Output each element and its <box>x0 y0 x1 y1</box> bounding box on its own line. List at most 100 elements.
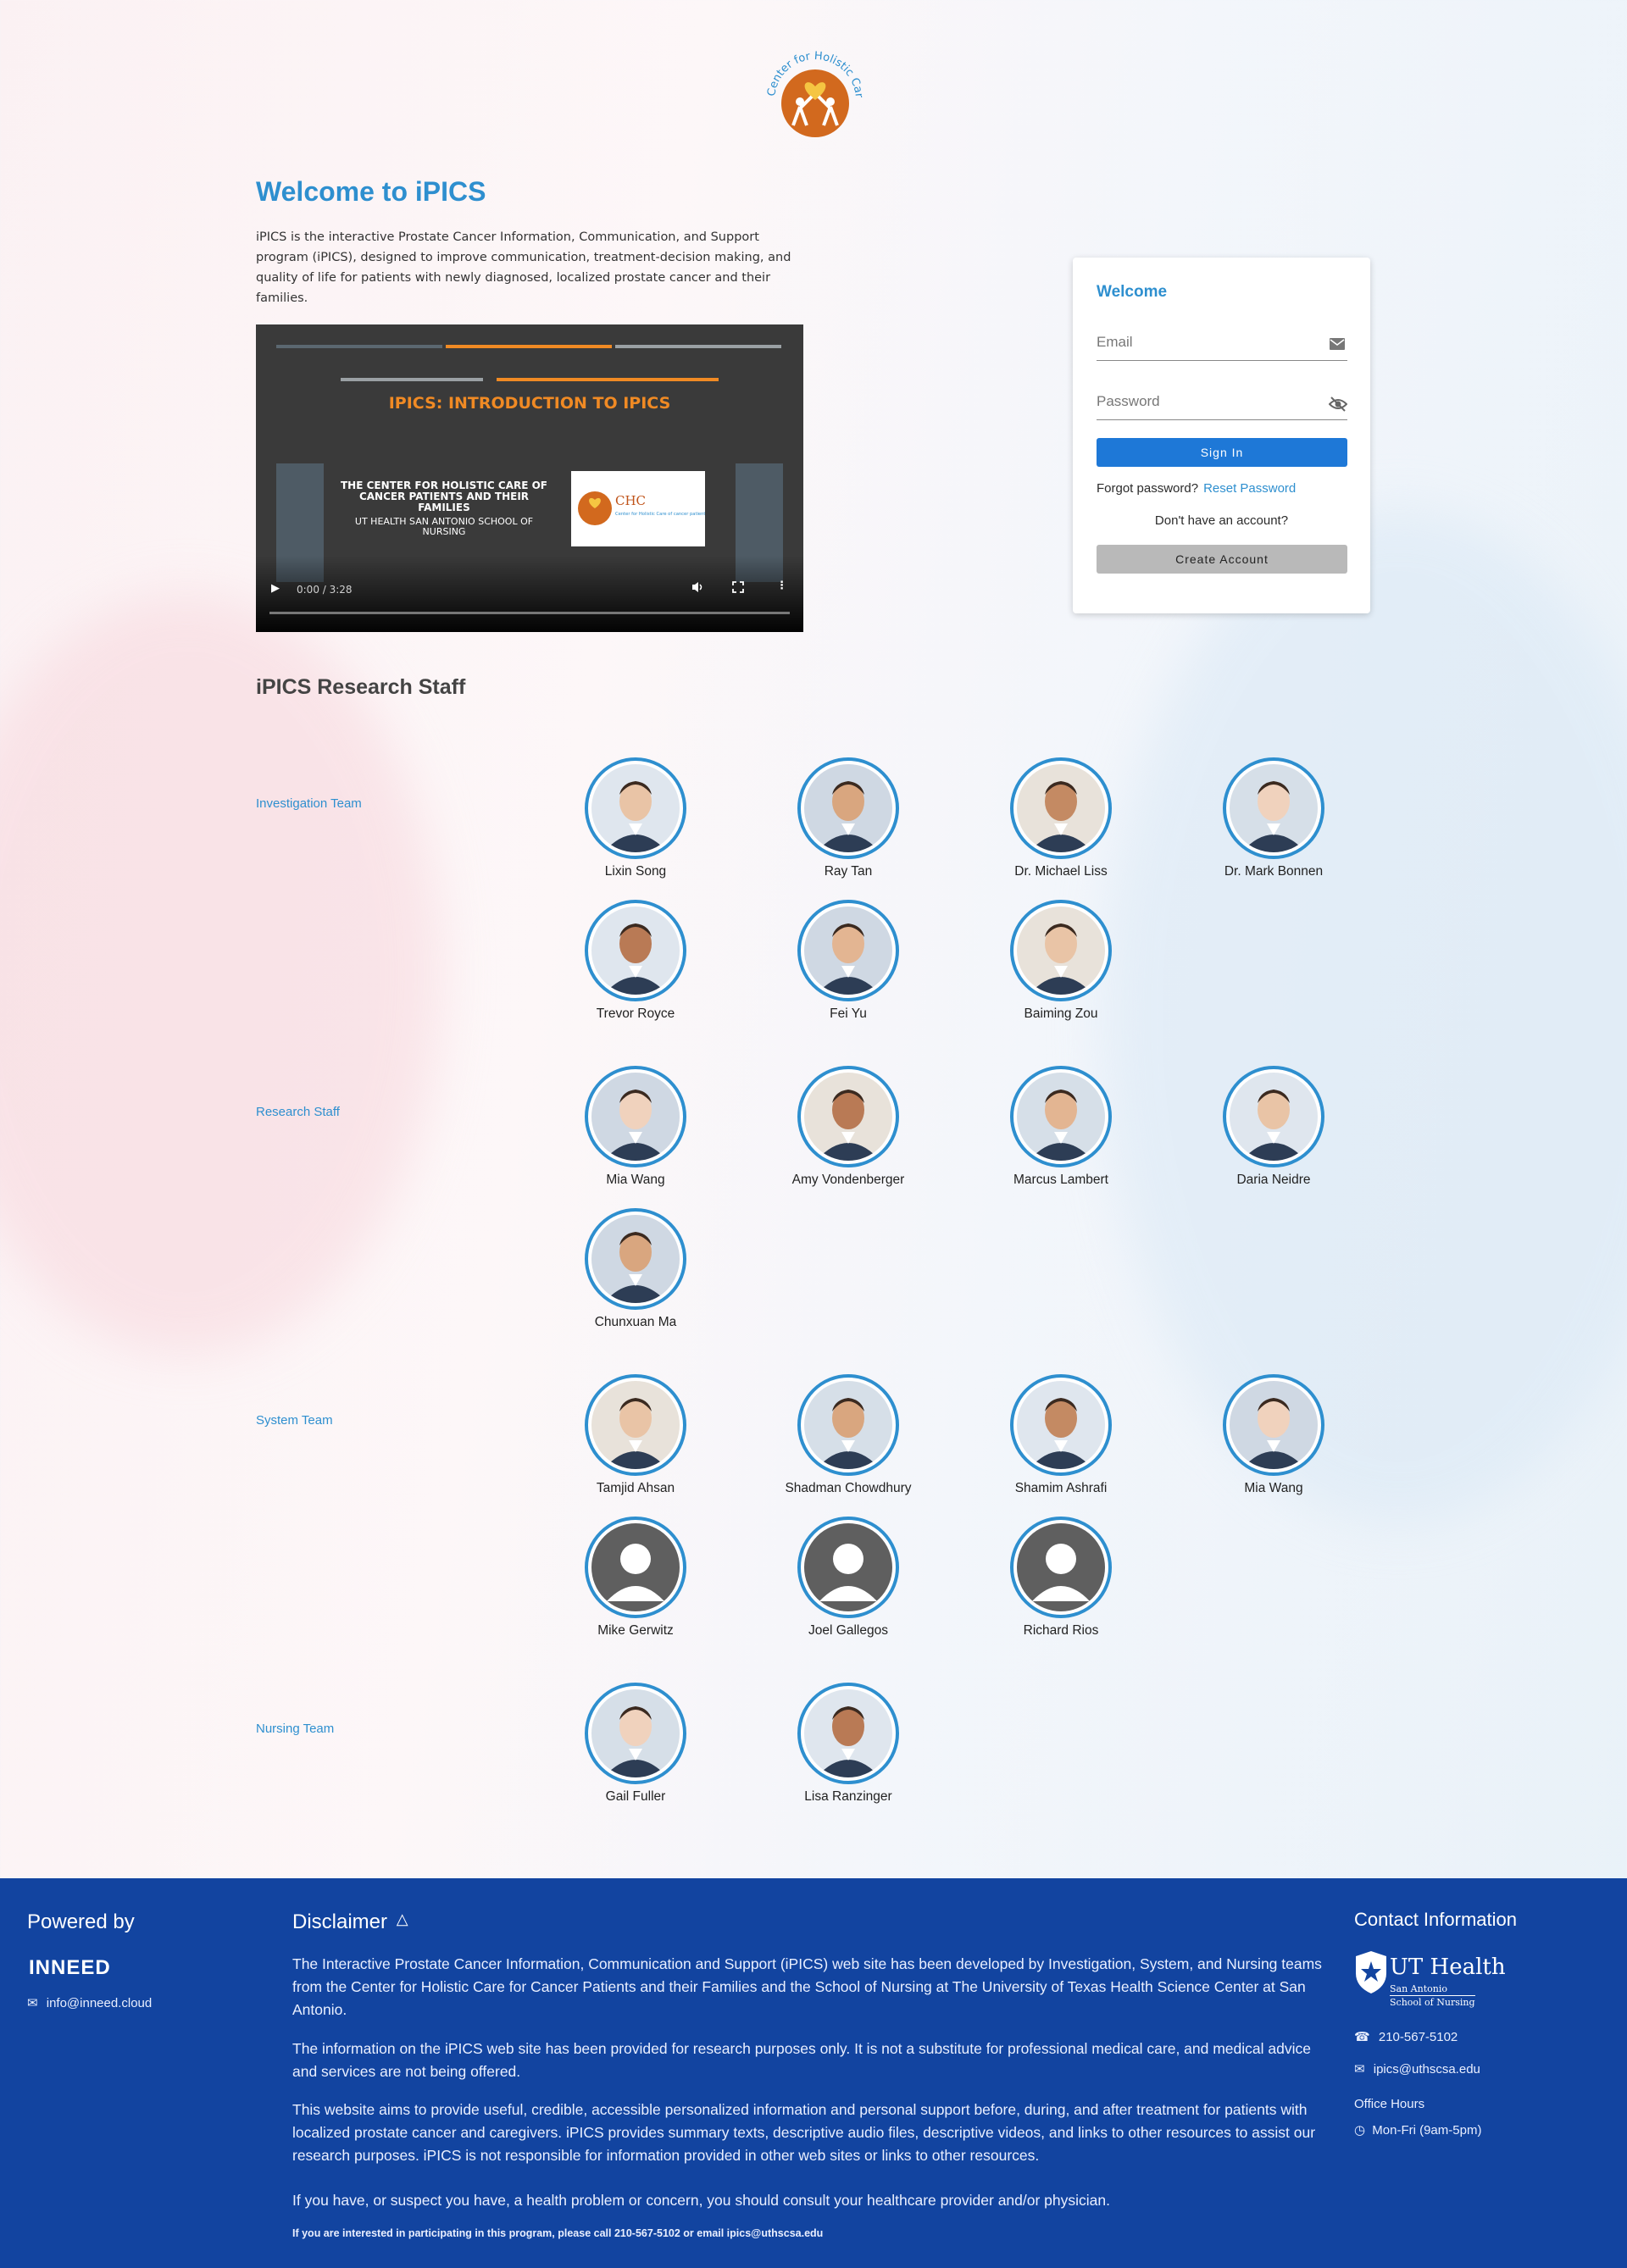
staff-member[interactable]: Mike Gerwitz <box>542 1517 729 1639</box>
avatar <box>797 900 899 1001</box>
staff-name: Fei Yu <box>830 1006 867 1021</box>
slide-org-name: THE CENTER FOR HOLISTIC CARE OF CANCER P… <box>340 480 547 513</box>
staff-member[interactable]: Lixin Song <box>542 757 729 879</box>
team-label-research-staff: Research Staff <box>256 1105 340 1119</box>
staff-member[interactable]: Fei Yu <box>755 900 941 1022</box>
disclaimer-paragraph: This website aims to provide useful, cre… <box>292 2101 1316 2164</box>
avatar <box>585 1066 686 1167</box>
staff-member[interactable]: Dr. Mark Bonnen <box>1180 757 1367 879</box>
staff-name: Richard Rios <box>1023 1623 1099 1638</box>
avatar <box>1010 757 1112 859</box>
disclaimer-paragraph: If you have, or suspect you have, a heal… <box>292 2192 1111 2209</box>
visibility-off-icon[interactable] <box>1328 396 1348 412</box>
team-label-nursing: Nursing Team <box>256 1722 335 1736</box>
staff-name: Daria Neidre <box>1236 1173 1311 1187</box>
svg-text:Center for Holistic Care of ca: Center for Holistic Care of cancer patie… <box>615 512 705 517</box>
staff-member[interactable]: Baiming Zou <box>968 900 1154 1022</box>
create-account-button[interactable]: Create Account <box>1097 545 1347 574</box>
participation-note: If you are interested in participating i… <box>292 2227 824 2239</box>
chc-abbr: CHC <box>615 493 646 508</box>
profile-photo <box>1017 907 1105 995</box>
slide-title: IPICS: INTRODUCTION TO IPICS <box>388 394 671 413</box>
avatar <box>585 1208 686 1310</box>
video-time: 0:00 / 3:28 <box>297 584 353 596</box>
avatar <box>797 1517 899 1618</box>
staff-member[interactable]: Marcus Lambert <box>968 1066 1154 1188</box>
office-hours: Mon-Fri (9am-5pm) <box>1372 2123 1482 2138</box>
staff-member[interactable]: Shamim Ashrafi <box>968 1374 1154 1496</box>
inneed-logo[interactable]: INNEED <box>29 1956 111 1980</box>
intro-text: iPICS is the interactive Prostate Cancer… <box>256 230 791 305</box>
ut-health-sub1: San Antonio <box>1390 1983 1447 1994</box>
clock-icon: ◷ <box>1354 2123 1366 2138</box>
team-label-system: System Team <box>256 1413 333 1428</box>
main-content: Center for Holistic Care Welcome to iPIC… <box>0 0 1627 1878</box>
staff-name: Mike Gerwitz <box>597 1623 674 1638</box>
profile-photo <box>804 764 892 852</box>
no-account-text: Don't have an account? <box>1154 513 1289 528</box>
email-field <box>1097 325 1347 361</box>
profile-photo <box>1017 1523 1105 1611</box>
staff-name: Lisa Ranzinger <box>804 1789 892 1804</box>
more-options-icon[interactable]: ⋮ <box>776 579 787 592</box>
ut-health-logo[interactable]: UT Health San Antonio School of Nursing <box>1354 1951 1507 2012</box>
slide-bar <box>615 345 781 348</box>
staff-member[interactable]: Mia Wang <box>1180 1374 1367 1496</box>
background-blob <box>0 593 441 1356</box>
center-for-holistic-care-logo[interactable]: Center for Holistic Care <box>759 25 868 139</box>
footer: Powered by INNEED ✉ info@inneed.cloud Di… <box>0 1878 1627 2268</box>
staff-name: Marcus Lambert <box>1013 1173 1108 1187</box>
staff-member[interactable]: Shadman Chowdhury <box>755 1374 941 1496</box>
avatar <box>1010 1374 1112 1476</box>
staff-member[interactable]: Tamjid Ahsan <box>542 1374 729 1496</box>
staff-member[interactable]: Dr. Michael Liss <box>968 757 1154 879</box>
staff-name: Chunxuan Ma <box>594 1315 677 1329</box>
accessibility-icon[interactable]: △ <box>397 1910 408 1927</box>
avatar <box>585 1517 686 1618</box>
slide-bar <box>276 345 442 348</box>
profile-photo <box>804 1523 892 1611</box>
email-row[interactable]: ✉ ipics@uthscsa.edu <box>1354 2061 1480 2077</box>
mail-icon <box>1329 337 1346 352</box>
staff-member[interactable]: Daria Neidre <box>1180 1066 1367 1188</box>
slide-school: UT HEALTH SAN ANTONIO SCHOOL OF NURSING <box>354 516 534 537</box>
avatar <box>1010 900 1112 1001</box>
staff-member[interactable]: Trevor Royce <box>542 900 729 1022</box>
avatar <box>1010 1066 1112 1167</box>
avatar <box>585 1683 686 1784</box>
password-input[interactable] <box>1097 385 1308 419</box>
staff-member[interactable]: Mia Wang <box>542 1066 729 1188</box>
volume-icon[interactable] <box>691 581 705 596</box>
intro-video[interactable]: IPICS: INTRODUCTION TO IPICS THE CENTER … <box>256 324 803 632</box>
avatar <box>585 900 686 1001</box>
staff-member[interactable]: Lisa Ranzinger <box>755 1683 941 1805</box>
slide-bar <box>497 378 719 381</box>
contact-email: ipics@uthscsa.edu <box>1373 2062 1480 2077</box>
staff-member[interactable]: Chunxuan Ma <box>542 1208 729 1330</box>
staff-name: Tamjid Ahsan <box>596 1481 675 1495</box>
phone-row[interactable]: ☎ 210-567-5102 <box>1354 2029 1458 2044</box>
staff-member[interactable]: Joel Gallegos <box>755 1517 941 1639</box>
staff-name: Joel Gallegos <box>808 1623 888 1638</box>
inneed-email-row[interactable]: ✉ info@inneed.cloud <box>27 1995 152 2010</box>
staff-section-title: iPICS Research Staff <box>256 675 466 699</box>
fullscreen-icon[interactable] <box>732 581 744 596</box>
disclaimer-title: Disclaimer <box>292 1910 388 1933</box>
staff-member[interactable]: Gail Fuller <box>542 1683 729 1805</box>
profile-photo <box>1017 1381 1105 1469</box>
profile-photo <box>591 907 680 995</box>
staff-member[interactable]: Amy Vondenberger <box>755 1066 941 1188</box>
profile-photo <box>591 764 680 852</box>
staff-name: Trevor Royce <box>596 1006 675 1021</box>
email-input[interactable] <box>1097 325 1308 359</box>
avatar <box>1223 1374 1324 1476</box>
staff-name: Ray Tan <box>824 864 873 879</box>
sign-in-button[interactable]: Sign In <box>1097 438 1347 467</box>
avatar <box>797 1066 899 1167</box>
play-icon[interactable]: ▶ <box>271 582 280 595</box>
staff-member[interactable]: Ray Tan <box>755 757 941 879</box>
video-progress-bar[interactable] <box>269 612 790 614</box>
reset-password-link[interactable]: Reset Password <box>1203 481 1296 496</box>
profile-photo <box>1230 1073 1318 1161</box>
staff-member[interactable]: Richard Rios <box>968 1517 1154 1639</box>
